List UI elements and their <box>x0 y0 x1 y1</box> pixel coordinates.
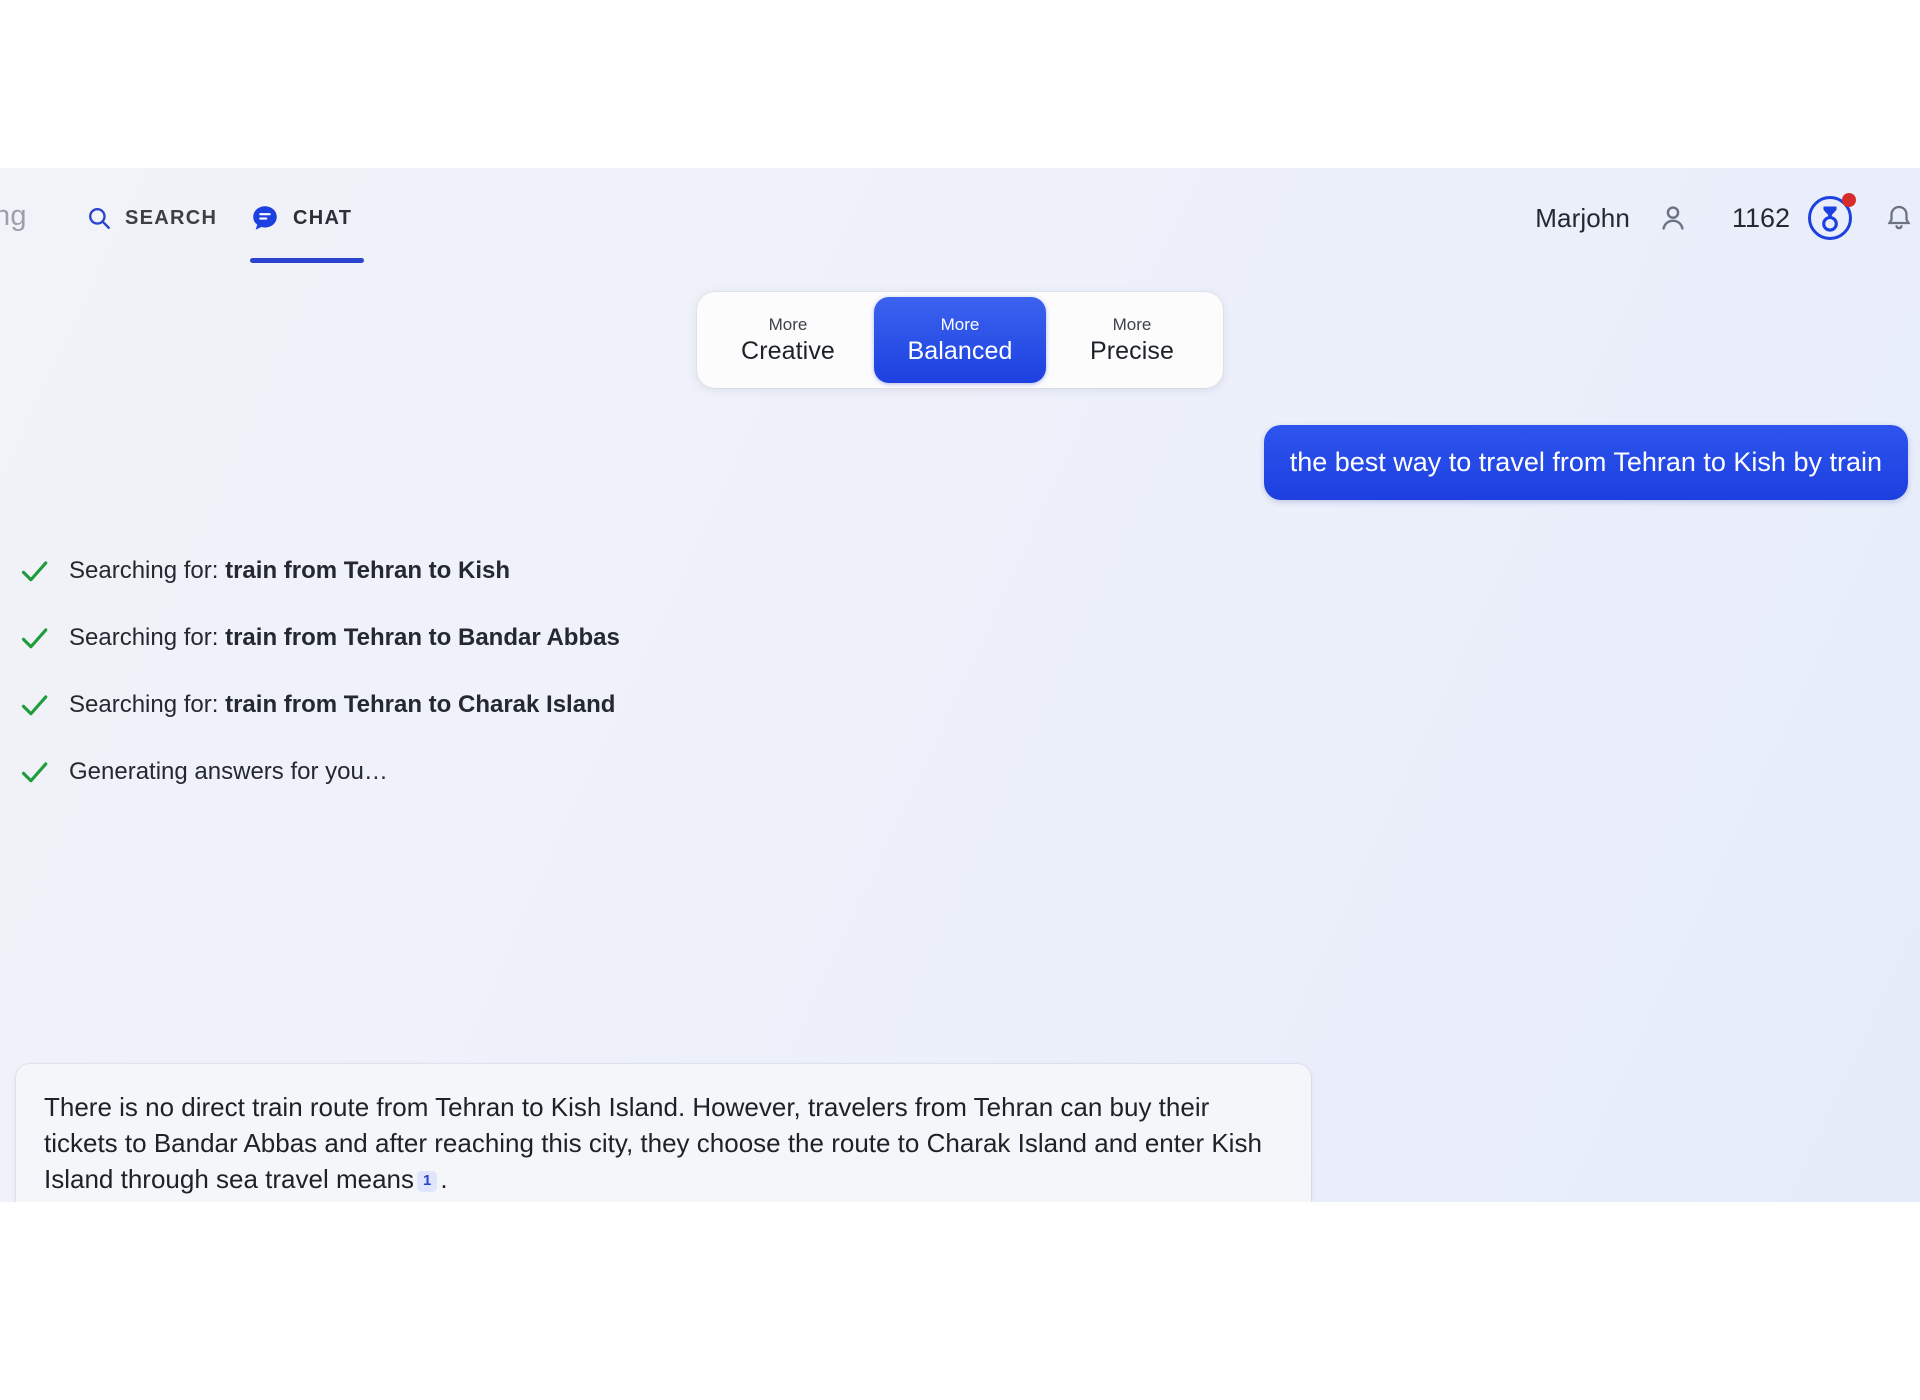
search-step-text: Searching for: train from Tehran to Band… <box>69 625 620 651</box>
search-step-query: train from Tehran to Kish <box>225 557 510 585</box>
search-step-prefix: Searching for: <box>69 691 226 719</box>
check-icon <box>21 695 48 716</box>
bell-icon[interactable] <box>1884 201 1914 235</box>
answer-text-tail: . <box>440 1163 448 1194</box>
bing-chat-page: ng SEARCH CHAT Marjohn 1162 More Creativ… <box>0 168 1920 1202</box>
conversation-style-selector: More Creative More Balanced More Precise <box>697 292 1223 388</box>
search-step: Searching for: train from Tehran to Kish <box>18 538 918 605</box>
tone-precise-prefix: More <box>1112 314 1152 334</box>
search-step-text: Searching for: train from Tehran to Char… <box>69 692 615 718</box>
answer-text-main: There is no direct train route from Tehr… <box>44 1092 1262 1194</box>
check-icon <box>21 561 48 582</box>
rewards-badge-button[interactable] <box>1806 193 1856 242</box>
tone-option-creative[interactable]: More Creative <box>702 297 874 383</box>
search-step-prefix: Searching for: <box>69 624 226 652</box>
rewards-points-count: 1162 <box>1731 202 1790 233</box>
search-step: Searching for: train from Tehran to Band… <box>18 605 918 672</box>
citation-superscript-1[interactable]: 1 <box>417 1170 438 1192</box>
answer-text: There is no direct train route from Tehr… <box>16 1064 1311 1202</box>
generating-answer-text: Generating answers for you… <box>69 758 388 786</box>
generating-answer-step: Generating answers for you… <box>18 739 918 806</box>
tab-chat-active-underline <box>250 258 364 263</box>
tone-precise-label: Precise <box>1089 336 1175 365</box>
user-controls: Marjohn 1162 <box>1535 182 1914 254</box>
top-navigation-bar: ng SEARCH CHAT Marjohn 1162 <box>0 168 1920 272</box>
person-icon[interactable] <box>1656 201 1690 235</box>
check-icon <box>21 628 48 649</box>
tab-chat-label: CHAT <box>293 206 353 229</box>
check-icon <box>21 762 48 783</box>
search-step-query: train from Tehran to Charak Island <box>225 691 616 719</box>
tone-balanced-label: Balanced <box>907 336 1013 365</box>
tone-option-balanced[interactable]: More Balanced <box>874 297 1046 383</box>
chat-bubble-icon <box>250 203 280 233</box>
tone-option-precise[interactable]: More Precise <box>1046 297 1218 383</box>
tab-search-label: SEARCH <box>125 206 218 229</box>
notification-dot <box>1842 193 1856 207</box>
tone-creative-label: Creative <box>741 336 835 365</box>
search-step: Searching for: train from Tehran to Char… <box>18 672 918 739</box>
search-step-text: Searching for: train from Tehran to Kish <box>69 558 510 584</box>
search-progress-list: Searching for: train from Tehran to Kish… <box>18 538 918 806</box>
tone-creative-prefix: More <box>768 314 808 334</box>
search-step-query: train from Tehran to Bandar Abbas <box>225 624 620 652</box>
tab-search[interactable]: SEARCH <box>86 182 217 254</box>
username-label: Marjohn <box>1535 202 1630 233</box>
tab-chat[interactable]: CHAT <box>250 182 364 263</box>
search-step-prefix: Searching for: <box>69 557 226 585</box>
user-message-bubble: the best way to travel from Tehran to Ki… <box>1263 425 1908 501</box>
tone-balanced-prefix: More <box>940 314 980 334</box>
search-icon <box>86 205 112 231</box>
brand-logo-partial: ng <box>0 200 27 232</box>
assistant-answer-card: There is no direct train route from Tehr… <box>16 1064 1311 1202</box>
